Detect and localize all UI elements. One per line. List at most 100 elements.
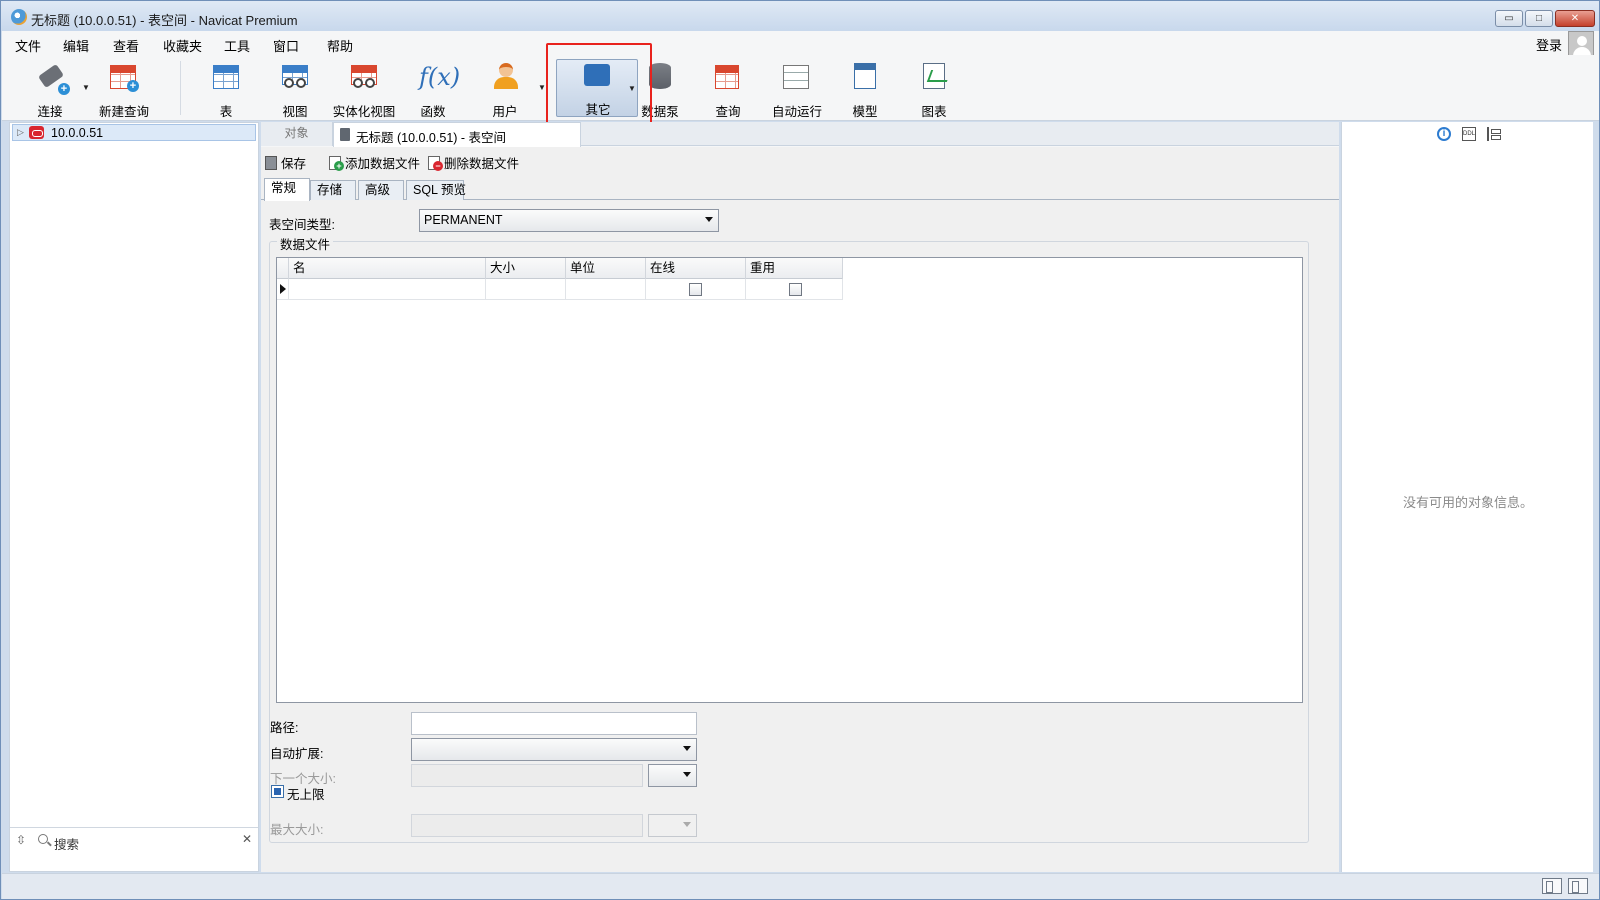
reuse-checkbox[interactable] xyxy=(789,283,802,296)
datafiles-grid[interactable]: 名 大小 单位 在线 重用 xyxy=(276,257,1303,703)
function-button[interactable]: f(x) 函数 xyxy=(401,59,465,119)
tab-sql-preview[interactable]: SQL 预览 xyxy=(406,180,466,200)
object-info-pane: i DDL 没有可用的对象信息。 xyxy=(1341,122,1593,872)
save-label: 保存 xyxy=(281,157,307,171)
automation-button[interactable]: 自动运行 xyxy=(765,59,829,119)
col-unit[interactable]: 单位 xyxy=(566,258,646,279)
connection-label: 连接 xyxy=(37,105,63,119)
document-tab-bar: 对象 无标题 (10.0.0.51) - 表空间 xyxy=(261,122,1339,147)
user-icon xyxy=(491,63,521,91)
col-reuse[interactable]: 重用 xyxy=(746,258,843,279)
ddl-icon[interactable]: DDL xyxy=(1462,127,1476,141)
toggle-right-panel-icon[interactable] xyxy=(1568,878,1588,894)
row-header-corner xyxy=(277,258,289,279)
tab-general[interactable]: 常规 xyxy=(264,178,310,201)
add-datafile-button[interactable]: 添加数据文件 xyxy=(329,153,420,172)
tablespace-type-select[interactable]: PERMANENT xyxy=(419,209,719,232)
maximize-button[interactable]: □ xyxy=(1525,10,1553,27)
view-button[interactable]: 视图 xyxy=(263,59,327,119)
menu-edit[interactable]: 编辑 xyxy=(63,36,89,55)
online-checkbox[interactable] xyxy=(689,283,702,296)
avatar-icon[interactable] xyxy=(1568,31,1594,57)
datafiles-group-title: 数据文件 xyxy=(277,234,334,253)
search-icon xyxy=(38,834,48,844)
login-link[interactable]: 登录 xyxy=(1536,35,1562,54)
search-input[interactable]: 搜索 xyxy=(54,834,79,853)
new-query-icon: + xyxy=(110,65,139,92)
oracle-connection-icon xyxy=(29,126,44,139)
info-icon[interactable]: i xyxy=(1437,127,1451,141)
data-pump-icon xyxy=(649,63,671,89)
col-online[interactable]: 在线 xyxy=(646,258,746,279)
materialized-view-icon xyxy=(351,65,377,88)
cell-size[interactable] xyxy=(486,279,566,300)
menu-tools[interactable]: 工具 xyxy=(224,36,250,55)
row-selector[interactable] xyxy=(277,279,289,300)
connection-dropdown-icon[interactable]: ▼ xyxy=(82,83,90,92)
toggle-left-panel-icon[interactable] xyxy=(1542,878,1562,894)
table-button[interactable]: 表 xyxy=(194,59,258,119)
menu-window[interactable]: 窗口 xyxy=(273,36,299,55)
col-size[interactable]: 大小 xyxy=(486,258,566,279)
menu-bar: 文件 编辑 查看 收藏夹 工具 窗口 帮助 登录 xyxy=(2,31,1599,57)
clear-search-icon[interactable]: ✕ xyxy=(242,832,252,846)
menu-help[interactable]: 帮助 xyxy=(327,36,353,55)
autoextend-select[interactable] xyxy=(411,738,697,761)
add-file-icon xyxy=(329,156,344,171)
user-dropdown-icon[interactable]: ▼ xyxy=(538,83,546,92)
table-row[interactable] xyxy=(277,279,843,300)
status-bar xyxy=(2,873,1599,899)
delete-datafile-button[interactable]: 删除数据文件 xyxy=(428,153,519,172)
menu-favorites[interactable]: 收藏夹 xyxy=(163,36,202,55)
tree-item-connection[interactable]: ▷ 10.0.0.51 xyxy=(12,124,256,141)
navicat-app-icon xyxy=(11,9,27,25)
max-size-unit-select[interactable] xyxy=(648,814,697,837)
chart-label: 图表 xyxy=(921,105,947,119)
max-size-input[interactable] xyxy=(411,814,643,837)
menu-file[interactable]: 文件 xyxy=(15,36,41,55)
tab-advanced[interactable]: 高级 xyxy=(358,180,404,200)
editor-toolbar: 保存 添加数据文件 删除数据文件 xyxy=(261,147,1339,175)
close-window-button[interactable]: ✕ xyxy=(1555,10,1595,27)
tab-tablespace-label: 无标题 (10.0.0.51) - 表空间 xyxy=(356,131,507,145)
connection-button[interactable]: + 连接 xyxy=(18,59,82,119)
filter-toggle-icon[interactable]: ⇳ xyxy=(16,833,26,847)
chevron-down-icon xyxy=(683,772,691,777)
new-query-button[interactable]: + 新建查询 xyxy=(92,59,156,119)
navigator-search-bar: ⇳ 搜索 ✕ xyxy=(10,827,258,853)
unlimited-checkbox[interactable] xyxy=(271,785,284,798)
user-button[interactable]: 用户 xyxy=(473,59,537,119)
view-icon xyxy=(282,65,308,88)
next-size-input[interactable] xyxy=(411,764,643,787)
delete-datafile-label: 删除数据文件 xyxy=(444,157,520,171)
path-input[interactable] xyxy=(411,712,697,735)
tab-objects[interactable]: 对象 xyxy=(261,122,333,146)
connection-plug-icon: + xyxy=(36,63,70,95)
expand-arrow-icon[interactable]: ▷ xyxy=(17,127,24,138)
grid-header: 名 大小 单位 在线 重用 xyxy=(277,258,843,279)
model-icon xyxy=(854,63,876,89)
model-button[interactable]: 模型 xyxy=(833,59,897,119)
chart-button[interactable]: 图表 xyxy=(902,59,966,119)
tab-storage[interactable]: 存储 xyxy=(310,180,356,200)
highlight-annotation-box xyxy=(546,43,652,129)
save-button[interactable]: 保存 xyxy=(265,153,306,172)
title-bar: 无标题 (10.0.0.51) - 表空间 - Navicat Premium … xyxy=(1,1,1599,31)
connection-label: 10.0.0.51 xyxy=(51,126,104,140)
minimize-button[interactable]: ▭ xyxy=(1495,10,1523,27)
dependency-tree-icon[interactable] xyxy=(1487,127,1501,141)
tab-tablespace-editor[interactable]: 无标题 (10.0.0.51) - 表空间 xyxy=(333,122,581,147)
menu-view[interactable]: 查看 xyxy=(113,36,139,55)
tablespace-type-value: PERMANENT xyxy=(424,213,503,227)
toolbar-separator xyxy=(180,61,181,115)
table-icon xyxy=(213,65,239,89)
materialized-view-button[interactable]: 实体化视图 xyxy=(332,59,396,119)
cell-name[interactable] xyxy=(289,279,486,300)
datafiles-group: 数据文件 名 大小 单位 在线 重用 路径: 自动扩展: 下一个大小: 无上限 … xyxy=(269,234,1309,843)
query-button[interactable]: 查询 xyxy=(696,59,760,119)
next-size-unit-select[interactable] xyxy=(648,764,697,787)
cell-unit[interactable] xyxy=(566,279,646,300)
chevron-down-icon xyxy=(683,746,691,751)
function-icon: f(x) xyxy=(419,63,461,91)
col-name[interactable]: 名 xyxy=(289,258,486,279)
